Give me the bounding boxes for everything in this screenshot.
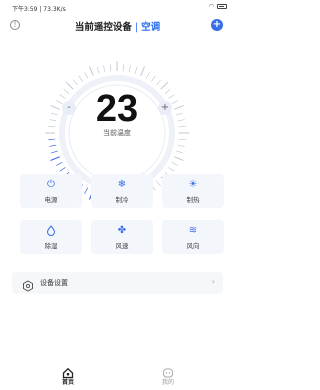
add-device-button[interactable]: + xyxy=(211,19,223,31)
power-button[interactable]: ⏻ 电源 xyxy=(20,174,82,208)
cool-button[interactable]: ❄ 制冷 xyxy=(91,174,153,208)
fan-speed-button[interactable]: ✤ 风速 xyxy=(91,220,153,254)
fan-speed-label: 风速 xyxy=(115,242,129,250)
dial-tick xyxy=(49,144,57,147)
status-time: 下午3:59 | 73.3K/s xyxy=(12,6,66,13)
device-settings-label: 设备设置 xyxy=(40,279,68,287)
dial-tick xyxy=(145,71,150,79)
dial-tick xyxy=(151,75,156,82)
dial-tick xyxy=(84,187,89,195)
dial-tick xyxy=(156,180,162,187)
cool-label: 制冷 xyxy=(115,196,129,204)
settings-icon xyxy=(22,277,34,292)
title-text: 当前遥控设备 xyxy=(74,22,132,33)
device-settings-row[interactable]: 设备设置 › xyxy=(12,272,223,294)
wifi-icon: ◠ xyxy=(208,3,214,10)
temperature-increase-button[interactable]: + xyxy=(158,101,172,115)
heat-label: 制热 xyxy=(186,196,200,204)
chevron-right-icon: › xyxy=(211,277,215,286)
dial-tick xyxy=(177,144,185,147)
wind-direction-button[interactable]: ≋ 风向 xyxy=(162,220,224,254)
dial-tick xyxy=(140,66,146,76)
page-title: 当前遥控设备 | 空调 xyxy=(0,19,235,33)
dial-tick xyxy=(103,65,106,73)
dial-tick xyxy=(134,66,138,74)
profile-icon xyxy=(162,364,174,378)
power-label: 电源 xyxy=(44,196,58,204)
dehumidify-label: 除湿 xyxy=(44,242,58,250)
dial-tick xyxy=(50,156,60,162)
tab-home[interactable]: 首页 xyxy=(38,362,98,386)
dial-tick xyxy=(55,161,63,166)
dial-tick xyxy=(178,138,186,141)
dial-tick xyxy=(168,167,175,172)
dial-tick xyxy=(109,64,112,72)
status-bar: 下午3:59 | 73.3K/s ◠ xyxy=(0,0,235,14)
wind-icon: ≋ xyxy=(188,225,198,236)
temperature-label: 当前温度 xyxy=(103,129,131,137)
dial-tick xyxy=(128,65,131,73)
dial-tick xyxy=(84,71,89,79)
dial-tick xyxy=(48,138,56,141)
heat-button[interactable]: ☀ 制热 xyxy=(162,174,224,208)
tab-mine[interactable]: 我的 xyxy=(138,362,198,386)
title-separator: | xyxy=(134,22,139,33)
dial-tick xyxy=(59,167,66,172)
wind-direction-label: 风向 xyxy=(186,242,200,250)
battery-icon xyxy=(217,4,227,9)
dial-tick xyxy=(156,79,162,86)
dehumidify-button[interactable]: 除湿 xyxy=(20,220,82,254)
snowflake-icon: ❄ xyxy=(117,179,127,190)
dial-tick xyxy=(50,150,58,154)
power-icon: ⏻ xyxy=(47,179,55,190)
device-mode[interactable]: 空调 xyxy=(141,22,160,33)
header: ! 当前遥控设备 | 空调 + xyxy=(0,16,235,36)
dial-tick xyxy=(122,64,125,72)
dial-tick xyxy=(174,156,184,162)
dial-tick xyxy=(171,161,179,166)
dial-tick xyxy=(72,79,78,86)
droplet-icon xyxy=(20,225,82,240)
dial-tick xyxy=(88,66,94,76)
bottom-tab-bar: 首页 我的 xyxy=(0,362,235,390)
status-icons: ◠ xyxy=(209,3,227,10)
sun-icon: ☀ xyxy=(188,179,198,190)
tab-home-label: 首页 xyxy=(61,379,74,386)
home-icon xyxy=(62,364,74,379)
tab-mine-label: 我的 xyxy=(161,379,174,386)
dial-tick xyxy=(176,150,184,154)
dial-tick xyxy=(78,75,83,82)
fan-icon: ✤ xyxy=(117,225,127,236)
dial-tick xyxy=(96,66,100,74)
